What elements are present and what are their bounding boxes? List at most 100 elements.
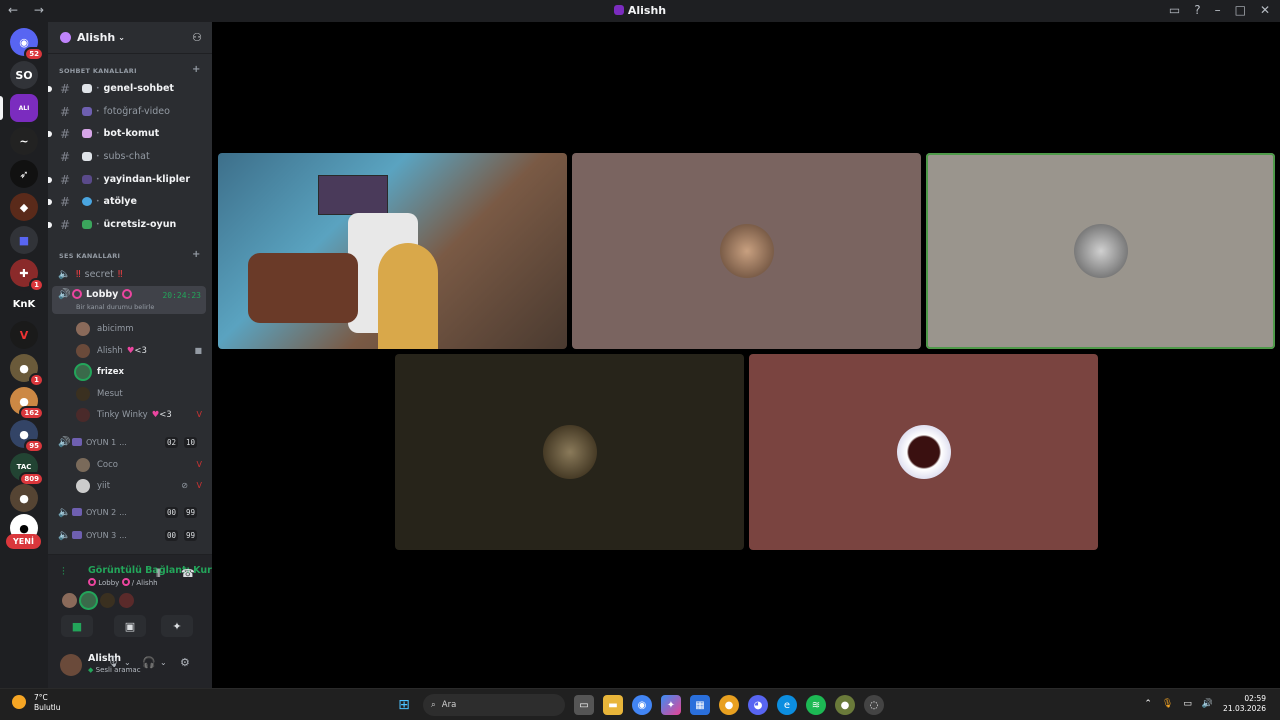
user-avatar[interactable] — [60, 654, 82, 676]
channel-genel-sohbet[interactable]: # • genel-sohbet — [48, 78, 206, 99]
folder-icon[interactable]: ■ — [10, 226, 38, 254]
user-avatar — [719, 224, 774, 278]
clock[interactable]: 02:59 21.03.2026 — [1223, 694, 1266, 714]
direct-messages-icon[interactable]: ◉ 52 — [10, 28, 44, 61]
file-explorer-icon[interactable]: ▬ — [603, 695, 623, 715]
store-icon[interactable]: ▦ — [690, 695, 710, 715]
server-so[interactable]: SO — [10, 61, 38, 89]
chevron-down-icon[interactable]: ⌄ — [124, 658, 131, 667]
call-timer: 20:24:23 — [162, 291, 201, 300]
add-channel-icon[interactable]: + — [192, 64, 201, 75]
voice-member[interactable]: Coco V — [76, 454, 206, 475]
app-icon[interactable]: ◌ — [864, 695, 884, 715]
microphone-icon[interactable]: 🎙 — [1162, 699, 1173, 709]
add-member-icon[interactable]: ⚇ — [192, 31, 202, 44]
volume-icon[interactable]: 🔊 — [1202, 699, 1213, 709]
help-icon[interactable]: ? — [1194, 3, 1200, 17]
channel-ucretsiz-oyun[interactable]: # • ücretsiz-oyun — [48, 214, 206, 235]
user-avatar — [542, 425, 597, 479]
voice-member[interactable]: yiit ⊘ V — [76, 475, 206, 496]
copilot-icon[interactable]: ✦ — [661, 695, 681, 715]
server-icon[interactable]: TAC 809 — [10, 453, 44, 486]
server-icon[interactable]: ● — [10, 484, 38, 512]
camera-button[interactable]: ■ — [61, 615, 93, 637]
avatar — [76, 386, 90, 401]
server-icon[interactable]: ● 162 — [10, 387, 44, 420]
voice-member[interactable]: Mesut — [76, 383, 206, 404]
server-icon[interactable]: ◆ — [10, 193, 38, 221]
badge: 95 — [24, 439, 44, 453]
close-button[interactable]: ✕ — [1260, 3, 1270, 17]
noise-suppression-icon[interactable]: ⦀ — [156, 567, 161, 581]
edge-icon[interactable]: e — [777, 695, 797, 715]
connection-location[interactable]: Lobby / Alishh — [88, 578, 158, 587]
screen-share-button[interactable]: ▣ — [114, 615, 146, 637]
category-header[interactable]: SOHBET KANALLARI + — [59, 64, 200, 75]
heart-icon: ♥ — [151, 409, 160, 420]
hash-icon: # — [60, 126, 71, 141]
voice-member[interactable]: Tinky Winky ♥ <3 V — [76, 404, 206, 425]
server-knk[interactable]: KnK — [10, 290, 38, 318]
channel-fotograf-video[interactable]: # • fotoğraf-video — [52, 101, 206, 122]
server-icon[interactable]: ~ — [10, 127, 38, 155]
video-tile-speaking[interactable] — [926, 153, 1275, 349]
chevron-down-icon: ⌄ — [118, 33, 125, 42]
video-tile-user[interactable] — [395, 354, 744, 550]
taskbar-search[interactable]: ⌕ Ara — [423, 694, 565, 716]
chevron-down-icon[interactable]: ⌄ — [160, 658, 167, 667]
windows-taskbar: 7°C Bulutlu ⊞ ⌕ Ara ▭ ▬ ◉ ✦ ▦ ● ◕ e ≋ ● ◌ … — [0, 688, 1280, 720]
server-icon[interactable]: ● 95 — [10, 420, 44, 453]
category-header[interactable]: SES KANALLARI + — [59, 249, 200, 260]
voice-member[interactable]: frizex — [76, 361, 206, 382]
exclamation-icon: ‼ — [117, 268, 123, 280]
video-tile-user[interactable] — [572, 153, 921, 349]
voice-channel-oyun1[interactable]: 🔊 OYUN 1... 02 10 — [52, 432, 206, 452]
spotify-icon[interactable]: ≋ — [806, 695, 826, 715]
channel-subs-chat[interactable]: # • subs-chat — [52, 146, 206, 167]
voice-member[interactable]: abicimm — [76, 318, 206, 339]
participant-avatars — [62, 593, 134, 608]
hash-icon: # — [60, 149, 71, 164]
channel-bot-komut[interactable]: # • bot-komut — [48, 123, 206, 144]
channel-sidebar: Alishh ⌄ ⚇ SOHBET KANALLARI + # • genel-sohbe… — [48, 22, 212, 688]
server-header[interactable]: Alishh ⌄ ⚇ — [48, 22, 212, 54]
headphones-icon[interactable]: 🎧 — [142, 656, 156, 669]
voice-channel-oyun2[interactable]: 🔈 OYUN 2... 00 99 — [52, 502, 206, 522]
inbox-icon[interactable]: ▭ — [1169, 3, 1180, 17]
channel-status[interactable]: Bir kanal durumu belirle — [76, 303, 154, 311]
activities-button[interactable]: ✦ — [161, 615, 193, 637]
voice-channel-oyun3[interactable]: 🔈 OYUN 3... 00 99 — [52, 525, 206, 545]
user-avatar — [1073, 224, 1128, 278]
maximize-button[interactable]: □ — [1235, 3, 1246, 17]
server-icon[interactable]: ● 1 — [10, 354, 44, 387]
speaker-icon: 🔈 — [58, 506, 71, 518]
add-channel-icon[interactable]: + — [192, 249, 201, 260]
network-icon[interactable]: ▭ — [1183, 699, 1192, 709]
chevron-up-icon[interactable]: ⌃ — [1144, 699, 1152, 709]
chrome-icon[interactable]: ◉ — [632, 695, 652, 715]
voice-channel-lobby[interactable]: 🔊 Lobby 20:24:23 Bir kanal durumu belirle — [52, 286, 206, 314]
discord-icon[interactable]: ◕ — [748, 695, 768, 715]
server-alishh[interactable]: ALI — [10, 94, 38, 122]
app-icon[interactable]: ● — [835, 695, 855, 715]
voice-member[interactable]: Alishh ♥ <3 ■ — [76, 340, 206, 361]
microphone-icon[interactable]: 🎙 — [106, 655, 120, 668]
heart-icon: ♥ — [126, 345, 135, 356]
server-icon[interactable]: ➶ — [10, 160, 38, 188]
voice-channel-secret[interactable]: 🔈 ‼ secret ‼ — [52, 264, 206, 284]
channel-atolye[interactable]: # • atölye — [48, 191, 206, 212]
app-icon[interactable]: ● — [719, 695, 739, 715]
task-view-icon[interactable]: ▭ — [574, 695, 594, 715]
server-icon[interactable]: ✚ 1 — [10, 259, 44, 292]
disconnect-icon[interactable]: ☎ — [181, 567, 195, 580]
weather-icon — [12, 695, 26, 709]
video-tile-stream[interactable] — [218, 153, 567, 349]
minimize-button[interactable]: – — [1215, 3, 1221, 17]
server-icon[interactable]: V — [10, 321, 38, 349]
signal-icon[interactable]: ⫶ — [62, 565, 65, 579]
video-tile-user[interactable] — [749, 354, 1098, 550]
channel-yayindan-klipler[interactable]: # • yayindan-klipler — [48, 169, 206, 190]
gear-icon[interactable]: ⚙ — [180, 656, 190, 669]
weather-widget[interactable]: 7°C Bulutlu — [12, 693, 61, 713]
windows-start-icon[interactable]: ⊞ — [394, 695, 414, 715]
